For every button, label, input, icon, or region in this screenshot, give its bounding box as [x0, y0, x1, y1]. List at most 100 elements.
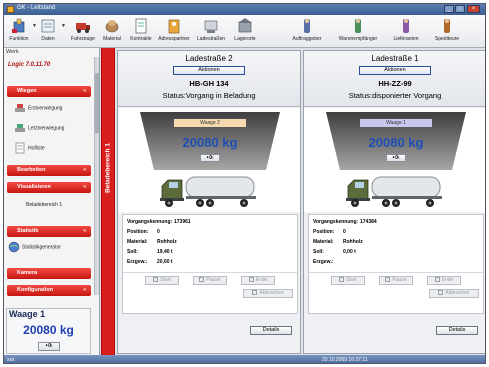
loading-lane-2: Ladestraße 2 Aktionen HB-GH 134 Status:V…: [117, 50, 301, 354]
pause-icon: [385, 277, 391, 282]
actions-button[interactable]: Aktionen: [173, 66, 245, 75]
scrollbar-thumb[interactable]: [95, 73, 99, 133]
license-plate: HB-GH 134: [189, 79, 229, 88]
end-button[interactable]: Ende: [427, 276, 461, 285]
start-icon: [339, 277, 345, 282]
maximize-button[interactable]: □: [455, 5, 465, 13]
info-vorgangskennung: Vorgangskennung: 173961: [127, 219, 191, 225]
storage-icon: [238, 18, 252, 33]
toolbar-auftraggeber-button[interactable]: Auftraggeber: [287, 17, 327, 42]
toolbar-daten-button[interactable]: Daten ▼: [37, 17, 66, 42]
category-konfiguration[interactable]: Konfiguration «: [7, 285, 91, 296]
category-kamera[interactable]: Kamera: [7, 268, 91, 279]
scale-weight: 20080 kg: [182, 135, 238, 150]
first-weighing-icon: [15, 104, 25, 112]
area-banner: Beladebereich 1: [101, 48, 115, 355]
collapse-icon: «: [83, 88, 86, 94]
data-icon: [41, 19, 55, 33]
toolbar-funktion-button[interactable]: Funktion ▼: [8, 17, 37, 42]
info-erzgew: Erzgew.:: [313, 259, 334, 265]
collapse-icon: «: [83, 287, 86, 293]
sidebar-item-letztverwiegung[interactable]: Letztverwiegung: [14, 122, 64, 134]
end-icon: [434, 277, 440, 282]
collapse-icon: «: [83, 228, 86, 234]
cancel-icon: [438, 290, 444, 295]
category-visualisieren[interactable]: Visualisieren «: [7, 182, 91, 193]
status-datetime: 20.10.2009 16:37:11: [322, 357, 368, 363]
cancel-button[interactable]: Abbrechen: [243, 289, 293, 298]
pause-icon: [199, 277, 205, 282]
start-button[interactable]: Start: [331, 276, 365, 285]
close-button[interactable]: ×: [467, 5, 480, 13]
scale-widget-title: Waage 1: [9, 309, 46, 319]
info-soll: Soll: 19,40 t: [127, 249, 173, 255]
supplier-icon: [403, 19, 409, 33]
cancel-icon: [252, 290, 258, 295]
scale-widget: Waage 1 20080 kg ‣0‹: [6, 308, 91, 354]
address-icon: [168, 19, 180, 34]
client-icon: [304, 19, 310, 33]
lane-status: Status:disponierter Vorgang: [348, 91, 442, 100]
window-title: GK - Leitstand: [17, 5, 56, 11]
status-left-text: xxx: [7, 357, 15, 363]
zero-button[interactable]: ‣0‹: [200, 154, 220, 162]
info-position: Position: 0: [127, 229, 160, 235]
truck-icon: [346, 176, 442, 207]
toolbar-material-button[interactable]: Material: [99, 17, 125, 42]
lane-title: Ladestraße 1: [371, 54, 419, 63]
sidebar-scrollbar[interactable]: [94, 57, 99, 295]
scale-label: Waage 2: [174, 119, 246, 127]
toolbar-kontrakte-button[interactable]: Kontrakte: [128, 17, 154, 42]
actions-button[interactable]: Aktionen: [359, 66, 431, 75]
sidebar-item-beladebereich[interactable]: Beladebereich 1: [26, 202, 62, 208]
divider: [309, 272, 483, 273]
scale-zero-button[interactable]: ‣0‹: [38, 342, 60, 351]
sidebar-item-hofliste[interactable]: Hofliste: [14, 142, 45, 154]
toolbar-adresspartner-button[interactable]: Adresspartner: [157, 17, 191, 42]
scale-weight: 20080 kg: [368, 135, 424, 150]
toolbar-fahrzeuge-button[interactable]: Fahrzeuge: [70, 17, 96, 42]
recipient-icon: [355, 19, 361, 33]
sidebar-item-erstverwiegung[interactable]: Erstverwiegung: [14, 102, 62, 114]
toolbar-ladestrassen-button[interactable]: Ladestraßen: [194, 17, 228, 42]
vehicle-icon: [76, 23, 90, 33]
lane-title: Ladestraße 2: [185, 54, 233, 63]
info-position: Position: 0: [313, 229, 346, 235]
toolbar-lagerorte-button[interactable]: Lagerorte: [231, 17, 259, 42]
sidebar-item-statistikgenerator[interactable]: Statistikgenerator: [8, 241, 61, 253]
info-erzgew: Erzgew.: 20,60 t: [127, 259, 173, 265]
pause-button[interactable]: Pause: [379, 276, 413, 285]
category-wiegen[interactable]: Wiegen «: [7, 86, 91, 97]
category-statistik[interactable]: Statistik «: [7, 226, 91, 237]
material-icon: [105, 20, 119, 33]
license-plate: HH-ZZ-99: [378, 79, 412, 88]
app-icon: [7, 6, 14, 13]
scale-display: Waage 2 20080 kg ‣0‹: [118, 108, 300, 212]
lane-status: Status:Vorgang in Beladung: [162, 91, 256, 100]
info-vorgangskennung: Vorgangskennung: 174384: [313, 219, 377, 225]
end-button[interactable]: Ende: [241, 276, 275, 285]
logo-text: Logic 7.0.11.70: [8, 62, 51, 68]
toolbar-lieferanten-button[interactable]: Lieferanten: [388, 17, 424, 42]
pause-button[interactable]: Pause: [193, 276, 227, 285]
scale-widget-value: 20080 kg: [23, 323, 74, 337]
sidebar: Werk Logic 7.0.11.70 Wiegen « Erstverwieg…: [4, 48, 100, 355]
details-button[interactable]: Details: [250, 326, 292, 335]
details-button[interactable]: Details: [436, 326, 478, 335]
collapse-icon: «: [83, 167, 86, 173]
toolbar-warenempfaenger-button[interactable]: Warenempfänger: [335, 17, 381, 42]
loading-lane-icon: [204, 20, 218, 33]
last-weighing-icon: [15, 124, 25, 132]
info-material: Material: Rohholz: [127, 239, 177, 245]
cancel-button[interactable]: Abbrechen: [429, 289, 479, 298]
status-bar: xxx 20.10.2009 16:37:11: [4, 355, 485, 363]
toolbar-spediteure-button[interactable]: Spediteure: [429, 17, 465, 42]
category-bearbeiten[interactable]: Bearbeiten «: [7, 165, 91, 176]
lane-header: Ladestraße 2 Aktionen HB-GH 134 Status:V…: [118, 51, 300, 107]
info-material: Material: Rohholz: [313, 239, 363, 245]
zero-button[interactable]: ‣0‹: [386, 154, 406, 162]
application-window: GK - Leitstand _ □ × Funktion ▼ Daten ▼ …: [3, 3, 486, 364]
minimize-button[interactable]: _: [444, 5, 454, 13]
chevron-down-icon: ▼: [61, 23, 66, 29]
start-button[interactable]: Start: [145, 276, 179, 285]
